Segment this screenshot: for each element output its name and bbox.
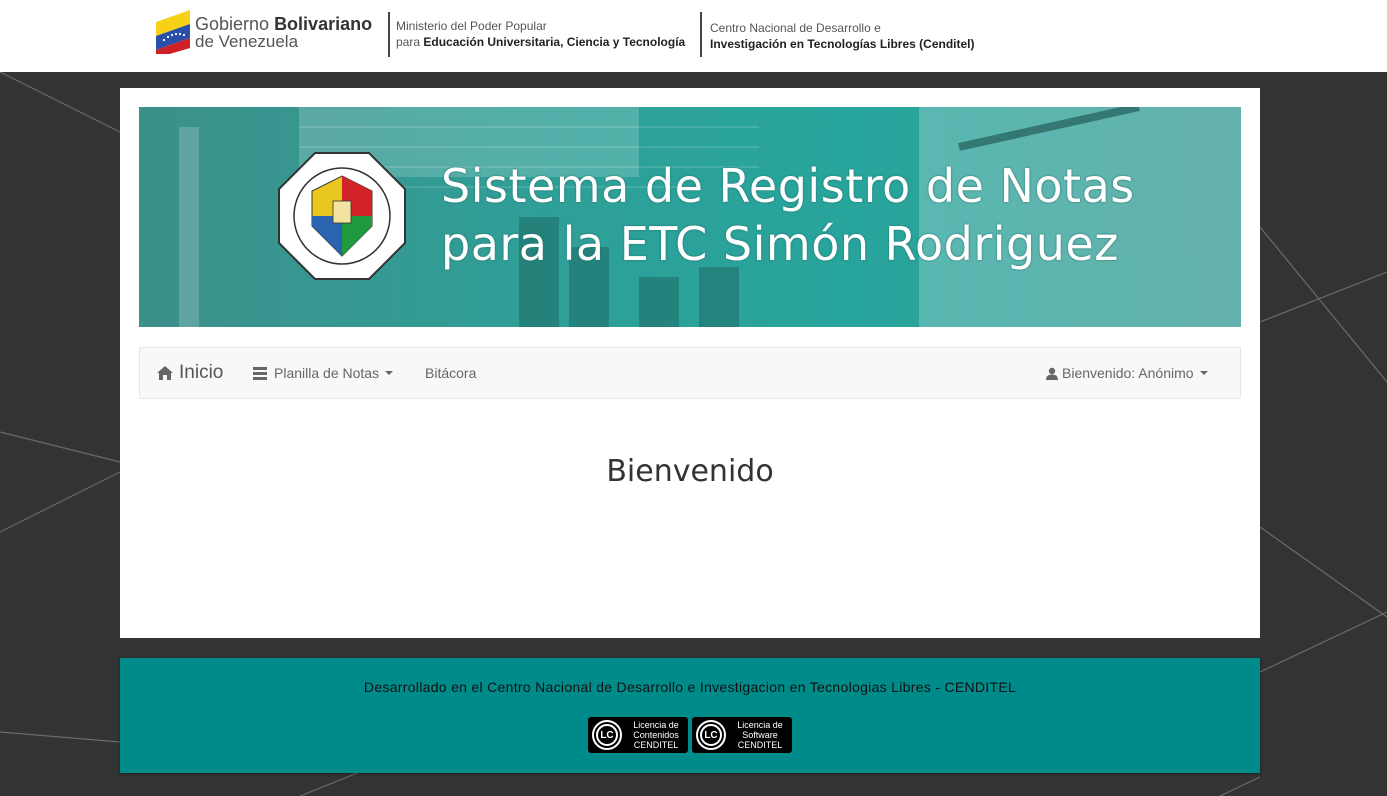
nav-user-dropdown[interactable]: Bienvenido: Anónimo [1046,365,1208,381]
footer: Desarrollado en el Centro Nacional de De… [120,658,1260,773]
gov-header: Gobierno Bolivariano de Venezuela Minist… [0,0,1387,72]
chevron-down-icon [1199,371,1208,375]
chevron-down-icon [385,371,394,375]
school-emblem-logo [278,152,406,280]
header-divider [700,12,702,57]
software-license-badge[interactable]: LC Licencia de Software CENDITEL [692,717,792,753]
nav-user-label: Bienvenido: Anónimo [1062,365,1194,381]
footer-credits: Desarrollado en el Centro Nacional de De… [363,679,1017,695]
nav-notes-dropdown[interactable]: Planilla de Notas [253,365,394,381]
main-card: Sistema de Registro de Notas para la ETC… [120,88,1260,638]
content-license-badge[interactable]: LC Licencia de Contenidos CENDITEL [588,717,688,753]
nav-home-link[interactable]: Inicio [156,362,223,384]
list-icon [253,366,267,380]
header-divider [388,12,390,57]
cenditel-name: Centro Nacional de Desarrollo e Investig… [710,21,975,51]
nav-log-label: Bitácora [425,365,477,381]
gov-title: Gobierno Bolivariano de Venezuela [195,14,373,51]
header-banner: Sistema de Registro de Notas para la ETC… [139,107,1241,327]
banner-title: Sistema de Registro de Notas para la ETC… [441,159,1135,271]
nav-log-link[interactable]: Bitácora [425,365,476,381]
welcome-heading: Bienvenido [606,454,774,489]
home-icon [157,366,173,380]
license-logo-icon: LC [592,720,622,750]
venezuela-flag-icon [156,10,190,54]
license-badge-text: Licencia de Contenidos CENDITEL [633,720,679,750]
nav-home-label: Inicio [179,362,224,383]
user-icon [1046,367,1058,380]
ministry-name: Ministerio del Poder Popular para Educac… [396,19,686,49]
license-logo-icon: LC [696,720,726,750]
main-navbar: Inicio Planilla de Notas Bitácora Bienve… [139,347,1241,399]
license-badge-text: Licencia de Software CENDITEL [737,720,783,750]
nav-notes-label: Planilla de Notas [274,365,380,381]
